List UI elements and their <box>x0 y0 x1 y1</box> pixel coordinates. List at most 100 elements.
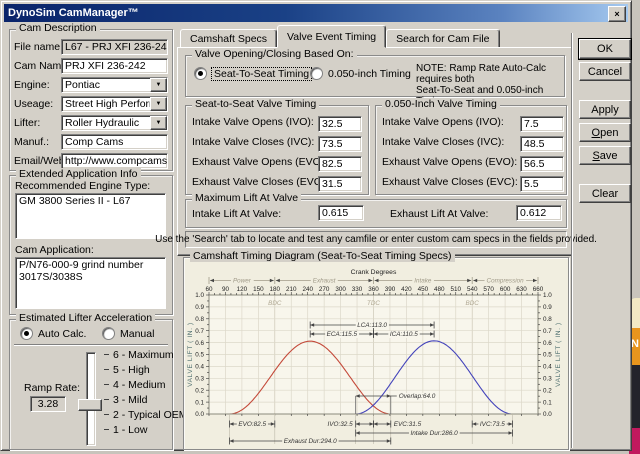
manuf-label: Manuf.: <box>14 135 50 148</box>
svg-text:240: 240 <box>302 286 313 293</box>
manual-radio[interactable]: Manual <box>102 327 154 340</box>
svg-text:Exhaust Dur:294.0: Exhaust Dur:294.0 <box>284 438 337 445</box>
cancel-button[interactable]: Cancel <box>579 62 631 81</box>
radio-dot-icon[interactable] <box>194 67 207 80</box>
seat-timing-input-1[interactable]: 73.5 <box>318 136 362 152</box>
slider-scale-4: 4 - Medium <box>104 377 170 392</box>
svg-text:0.9: 0.9 <box>543 304 552 311</box>
svg-text:VALVE LIFT ( IN. ): VALVE LIFT ( IN. ) <box>187 322 194 387</box>
svg-text:60: 60 <box>205 286 213 293</box>
svg-text:510: 510 <box>450 286 461 293</box>
field-row-manuf: Manuf.: Comp Cams <box>14 132 168 151</box>
useage-label: Useage: <box>14 97 54 110</box>
svg-text:1.0: 1.0 <box>195 292 204 299</box>
svg-text:0.4: 0.4 <box>195 364 204 371</box>
useage-dropdown-icon[interactable]: ▼ <box>150 96 167 111</box>
seat-timing-input-3[interactable]: 31.5 <box>318 176 362 192</box>
title-bar[interactable]: DynoSim CamManager™ × <box>4 4 628 22</box>
cam-name-input[interactable]: PRJ XFI 236-242 <box>61 57 168 74</box>
ok-button[interactable]: OK <box>578 38 632 60</box>
exhaust-lift-label: Exhaust Lift At Valve: <box>390 208 489 220</box>
note-line-1: NOTE: Ramp Rate Auto-Calc requires both <box>416 63 547 85</box>
svg-text:LCA:113.0: LCA:113.0 <box>357 322 387 329</box>
window-title: DynoSim CamManager™ <box>8 7 139 19</box>
extended-info-group: Extended Application Info Recommended En… <box>9 168 173 315</box>
svg-text:0.5: 0.5 <box>543 352 552 359</box>
cam-name-label: Cam Name: <box>14 59 71 72</box>
svg-text:EVC:31.5: EVC:31.5 <box>394 421 422 428</box>
radio-dot-icon[interactable] <box>20 327 33 340</box>
close-icon[interactable]: × <box>608 6 626 22</box>
engine-dropdown-icon[interactable]: ▼ <box>150 77 167 92</box>
save-button[interactable]: Save <box>579 146 631 165</box>
open-button[interactable]: Open <box>579 123 631 142</box>
slider-tick <box>104 369 109 370</box>
exhaust-lift-input[interactable]: 0.612 <box>516 205 562 221</box>
inch-timing-input-2[interactable]: 56.5 <box>520 156 564 172</box>
svg-text:0.4: 0.4 <box>543 364 552 371</box>
svg-text:EVO:82.5: EVO:82.5 <box>238 421 266 428</box>
camshaft-timing-chart: BDC TDC BDC 60 90 120 150 180 210 240 270 300 330 360… <box>187 269 562 445</box>
max-lift-group: Maximum Lift At Valve Intake Lift At Val… <box>185 192 567 228</box>
svg-text:0.8: 0.8 <box>543 316 552 323</box>
lifter-slider-thumb[interactable] <box>78 399 102 411</box>
seat-timing-input-0[interactable]: 32.5 <box>318 116 362 132</box>
clear-button[interactable]: Clear <box>579 184 631 203</box>
engine-type-textarea[interactable]: GM 3800 Series II - L67 <box>15 193 166 239</box>
svg-text:90: 90 <box>222 286 230 293</box>
cam-application-textarea[interactable]: P/N76-000-9 grind number 3017S/3038S <box>15 257 166 309</box>
lifter-acceleration-group: Estimated Lifter Acceleration Auto Calc.… <box>9 312 188 450</box>
svg-text:0.6: 0.6 <box>195 340 204 347</box>
inch-timing-input-3[interactable]: 5.5 <box>520 176 564 192</box>
svg-text:0.3: 0.3 <box>543 376 552 383</box>
email-web-input[interactable]: http://www.compcams.com <box>61 152 168 169</box>
svg-text:Power: Power <box>233 278 252 285</box>
slider-tick <box>104 384 109 385</box>
svg-text:180: 180 <box>270 286 281 293</box>
svg-text:540: 540 <box>467 286 478 293</box>
svg-text:0.5: 0.5 <box>195 352 204 359</box>
radio-circle-icon[interactable] <box>310 67 323 80</box>
svg-text:0.6: 0.6 <box>543 340 552 347</box>
svg-text:IVC:73.5: IVC:73.5 <box>480 421 505 428</box>
slider-tick <box>104 414 109 415</box>
svg-text:0.8: 0.8 <box>195 316 204 323</box>
inch-timing-radio[interactable]: 0.050-inch Timing <box>310 67 411 80</box>
svg-text:Exhaust: Exhaust <box>313 278 336 285</box>
based-on-group: Valve Opening/Closing Based On: Seat-To-… <box>185 48 565 107</box>
svg-text:150: 150 <box>253 286 264 293</box>
svg-text:120: 120 <box>237 286 248 293</box>
intake-lift-input[interactable]: 0.615 <box>318 205 364 221</box>
tab-search-for-cam-file[interactable]: Search for Cam File <box>386 29 500 48</box>
svg-text:360: 360 <box>368 286 379 293</box>
manuf-input[interactable]: Comp Cams <box>61 133 168 150</box>
lifter-dropdown-icon[interactable]: ▼ <box>150 115 167 130</box>
apply-button[interactable]: Apply <box>579 100 631 119</box>
slider-tick <box>104 429 109 430</box>
slider-scale-3: 3 - Mild <box>104 392 170 407</box>
field-row-cam-name: Cam Name: PRJ XFI 236-242 <box>14 56 168 75</box>
slider-scale-6: 6 - Maximum <box>104 347 174 362</box>
auto-calc-radio[interactable]: Auto Calc. <box>20 327 86 340</box>
svg-text:0.1: 0.1 <box>195 399 204 406</box>
svg-text:270: 270 <box>319 286 330 293</box>
field-row-lifter: Lifter: Roller Hydraulic ▼ <box>14 113 168 132</box>
engine-label: Engine: <box>14 78 50 91</box>
svg-text:0.7: 0.7 <box>543 328 552 335</box>
svg-text:Compression: Compression <box>487 278 525 285</box>
inch-timing-input-1[interactable]: 48.5 <box>520 136 564 152</box>
seat-to-seat-radio[interactable]: Seat-To-Seat Timing <box>194 66 313 81</box>
tab-camshaft-specs[interactable]: Camshaft Specs <box>180 29 278 48</box>
max-lift-legend: Maximum Lift At Valve <box>192 192 302 204</box>
ramp-rate-label: Ramp Rate: <box>24 382 81 394</box>
engine-type-label: Recommended Engine Type: <box>15 180 151 192</box>
svg-text:0.7: 0.7 <box>195 328 204 335</box>
svg-text:0.3: 0.3 <box>195 376 204 383</box>
svg-text:570: 570 <box>483 286 494 293</box>
seat-timing-input-2[interactable]: 82.5 <box>318 156 362 172</box>
tab-valve-event-timing[interactable]: Valve Event Timing <box>277 25 387 48</box>
radio-circle-icon[interactable] <box>102 327 115 340</box>
svg-text:0.2: 0.2 <box>543 387 552 394</box>
svg-text:0.0: 0.0 <box>543 411 552 418</box>
inch-timing-input-0[interactable]: 7.5 <box>520 116 564 132</box>
